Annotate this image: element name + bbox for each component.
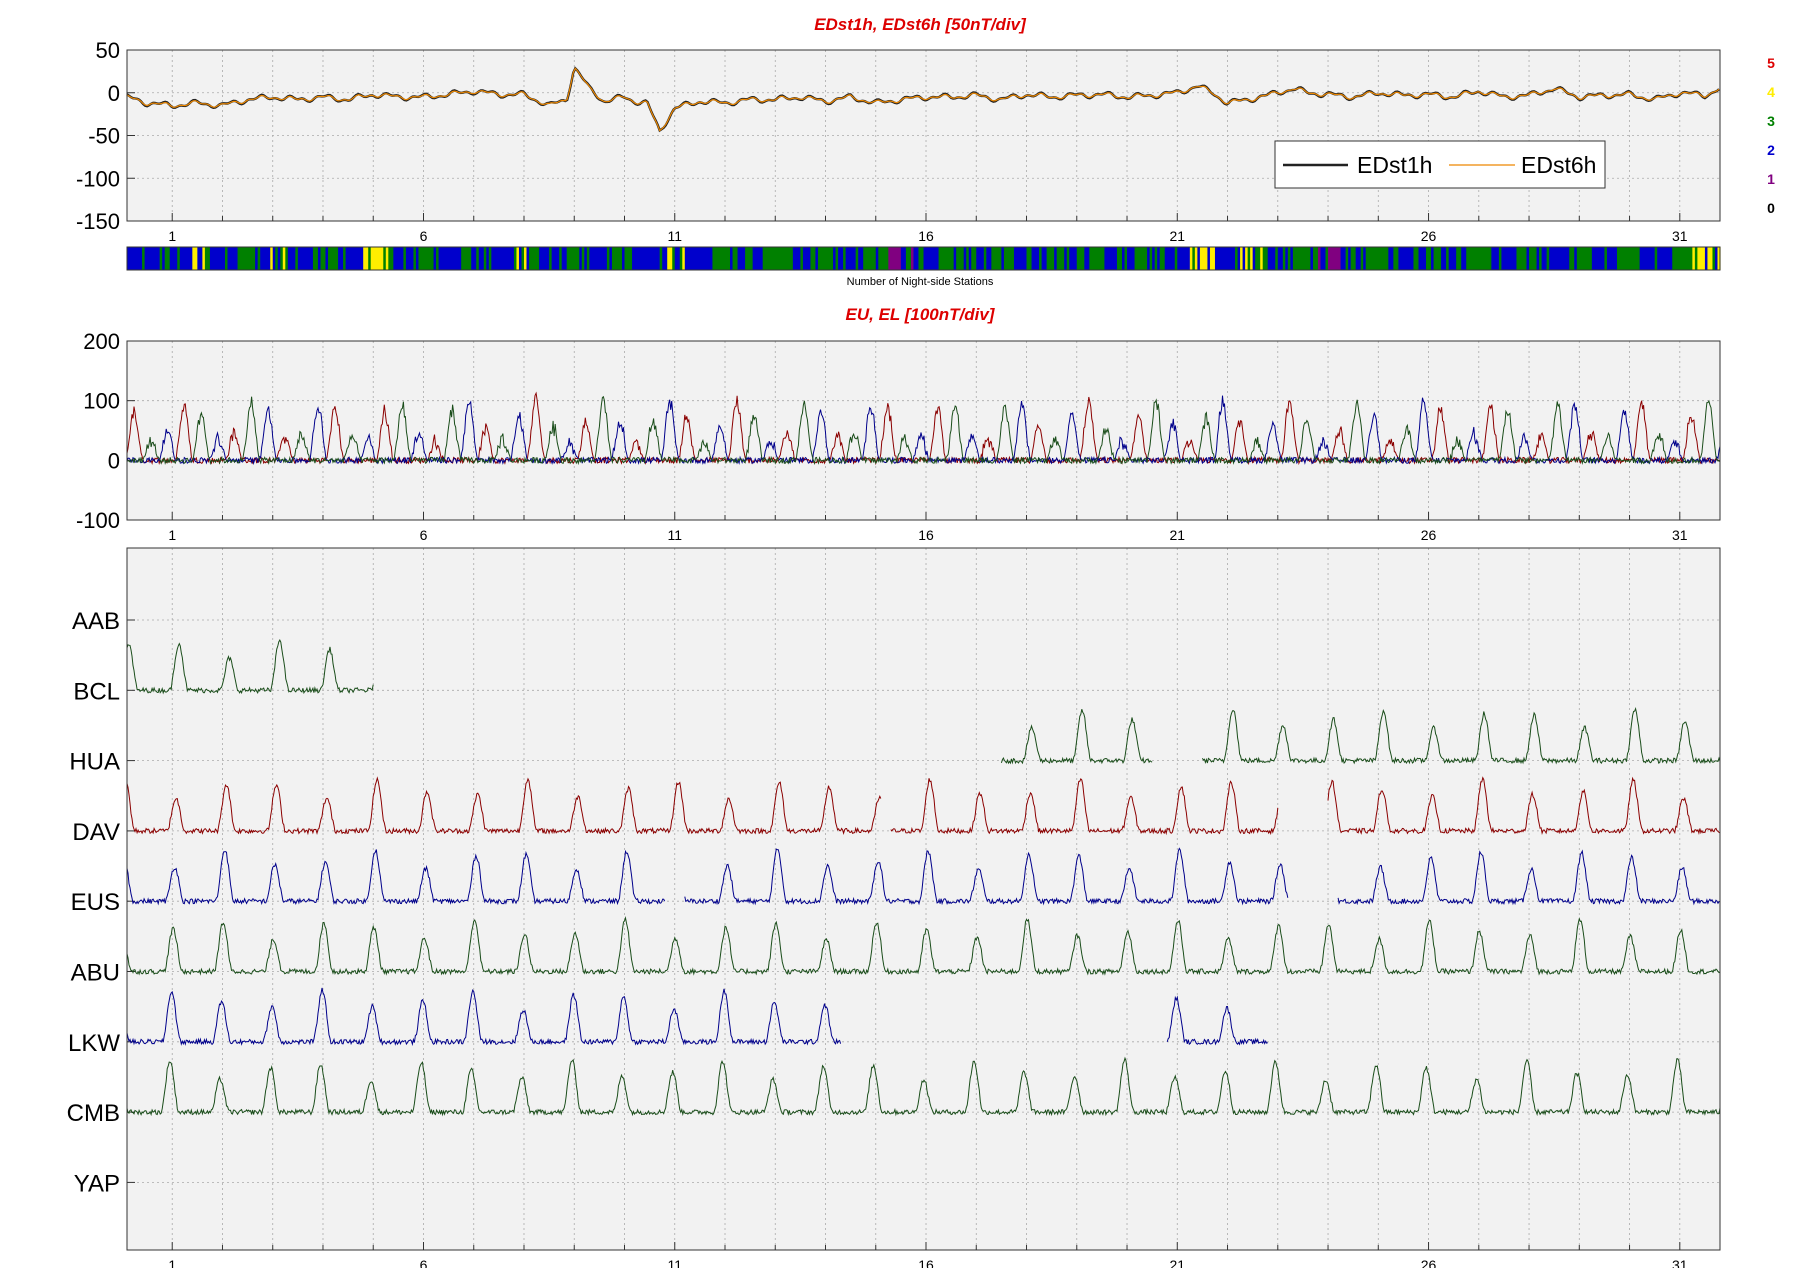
color-bar-label: Number of Night-side Stations xyxy=(847,276,994,288)
stations-xtick-label: 31 xyxy=(1672,1257,1688,1268)
euel-xtick-label: 16 xyxy=(918,527,934,543)
edst-ytick-label: -150 xyxy=(76,209,120,234)
color-key-label: 4 xyxy=(1767,84,1775,100)
panel-night-stations xyxy=(126,246,1721,271)
edst-xtick-label: 21 xyxy=(1169,228,1185,244)
station-label: LKW xyxy=(68,1030,120,1057)
euel-bg xyxy=(127,341,1720,520)
edst-ytick-label: -100 xyxy=(76,166,120,191)
panel-stations: AABBCLHUADAVEUSABULKWCMBYAP1 6 11 16 21 26 31 xyxy=(67,547,1721,1268)
color-key: 5 4 3 2 1 0 xyxy=(1767,55,1775,216)
legend-label-edst1h: EDst1h xyxy=(1357,152,1432,178)
station-label: YAP xyxy=(74,1170,120,1197)
color-key-label: 3 xyxy=(1767,113,1775,129)
edst-xtick-label: 1 xyxy=(168,228,176,244)
stations-bg xyxy=(127,548,1720,1250)
euel-xtick-label: 21 xyxy=(1169,527,1185,543)
color-key-label: 5 xyxy=(1767,55,1775,71)
edst-xtick-label: 11 xyxy=(667,228,682,244)
euel-xtick-label: 1 xyxy=(168,527,176,543)
station-label: HUA xyxy=(69,749,120,776)
panel-eu-el: 2001000-1001 6 11 16 21 26 31 xyxy=(76,329,1721,543)
euel-xtick-label: 11 xyxy=(667,527,682,543)
edst-ytick-label: -50 xyxy=(88,124,120,149)
euel-xtick-label: 26 xyxy=(1421,527,1437,543)
stations-xtick-label: 21 xyxy=(1169,1257,1185,1268)
station-label: DAV xyxy=(72,819,120,846)
euel-ytick-label: 100 xyxy=(83,389,120,414)
chart-title-eu-el: EU, EL [100nT/div] xyxy=(846,305,996,324)
euel-ytick-label: 0 xyxy=(108,448,120,473)
edst-xtick-label: 16 xyxy=(918,228,934,244)
panel-edst: 500-50-100-1501 6 11 16 21 26 31EDst1h EDst6h xyxy=(76,38,1721,244)
edst-ytick-label: 50 xyxy=(96,38,120,63)
station-label: AAB xyxy=(72,608,120,635)
euel-ytick-label: -100 xyxy=(76,508,120,533)
stations-xtick-label: 6 xyxy=(420,1257,428,1268)
legend-label-edst6h: EDst6h xyxy=(1521,152,1596,178)
color-key-label: 0 xyxy=(1767,200,1775,216)
euel-xtick-label: 6 xyxy=(420,527,428,543)
stations-xtick-label: 26 xyxy=(1421,1257,1437,1268)
station-label: ABU xyxy=(71,960,120,987)
edst-xtick-label: 6 xyxy=(420,228,428,244)
color-key-label: 1 xyxy=(1767,171,1775,187)
edst-ytick-label: 0 xyxy=(108,81,120,106)
figure-canvas: EDst1h, EDst6h [50nT/div] EU, EL [100nT/… xyxy=(67,15,1775,1268)
edst-xtick-label: 26 xyxy=(1421,228,1437,244)
station-label: CMB xyxy=(67,1100,120,1127)
euel-xtick-label: 31 xyxy=(1672,527,1688,543)
color-key-label: 2 xyxy=(1767,142,1775,158)
station-label: EUS xyxy=(71,889,120,916)
edst-xtick-label: 31 xyxy=(1672,228,1688,244)
euel-ytick-label: 200 xyxy=(83,329,120,354)
stations-xtick-label: 16 xyxy=(918,1257,934,1268)
stations-xtick-label: 11 xyxy=(667,1257,682,1268)
chart-title-edst: EDst1h, EDst6h [50nT/div] xyxy=(814,15,1027,34)
stations-xtick-label: 1 xyxy=(168,1257,176,1268)
station-label: BCL xyxy=(73,678,120,705)
